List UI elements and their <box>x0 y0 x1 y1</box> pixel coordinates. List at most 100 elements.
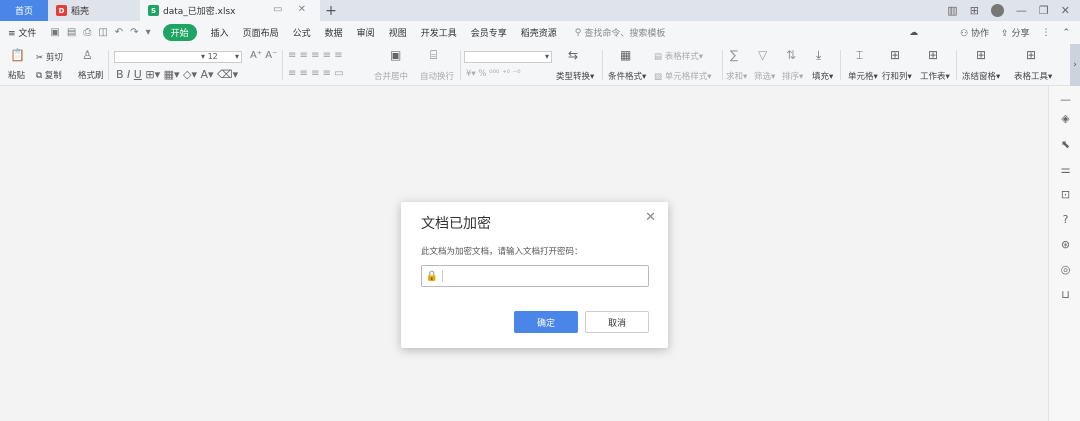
table-tools-button[interactable]: 表格工具▾ <box>1014 70 1052 82</box>
font-format-buttons[interactable]: B I U ⊞▾ ▦▾ ◇▾ A▾ ⌫▾ <box>116 68 238 81</box>
collapse-ribbon-icon[interactable]: ⌃ <box>1062 28 1070 38</box>
tab-member[interactable]: 会员专享 <box>471 26 507 39</box>
layout-icon[interactable]: ▥ <box>947 4 957 17</box>
backup-icon[interactable]: ⊛ <box>1059 238 1072 251</box>
cancel-button[interactable]: 取消 <box>585 311 649 333</box>
dropdown-icon[interactable]: ▾ <box>146 27 151 38</box>
ok-button[interactable]: 确定 <box>514 311 578 333</box>
tab-home[interactable]: 首页 <box>0 0 48 21</box>
password-field[interactable]: 🔒 <box>421 265 649 287</box>
minimize-icon[interactable]: — <box>1016 4 1027 17</box>
file-menu-label: 文件 <box>18 29 37 39</box>
add-tab-label: + <box>325 2 337 19</box>
tab-formulas[interactable]: 公式 <box>293 26 311 39</box>
sum-icon[interactable]: ∑ <box>730 48 738 62</box>
worksheet-icon[interactable]: ⊞ <box>928 48 938 62</box>
book-icon[interactable]: ⊔ <box>1059 288 1072 301</box>
ribbon-scroll-right-icon[interactable]: › <box>1070 44 1080 86</box>
table-style-button[interactable]: ▤ 表格样式▾ <box>654 50 703 62</box>
format-painter-button[interactable]: 格式刷 <box>78 69 104 81</box>
table-tools-icon[interactable]: ⊞ <box>1026 48 1036 62</box>
password-input[interactable] <box>443 267 643 285</box>
panel-collapse-icon[interactable]: — <box>1059 93 1072 106</box>
paste-button[interactable]: 粘贴 <box>8 69 25 81</box>
location-icon[interactable]: ◎ <box>1059 263 1072 276</box>
row-col-button[interactable]: 行和列▾ <box>882 70 912 82</box>
more-icon[interactable]: ⋮ <box>1041 28 1050 38</box>
settings-sliders-icon[interactable]: ⚌ <box>1059 163 1072 176</box>
tab-file[interactable]: S data_已加密.xlsx ▭ ✕ <box>140 0 320 21</box>
align-bottom-icons[interactable]: ≡ ≡ ≡ ≡ ▭ <box>288 68 344 79</box>
close-icon[interactable]: ✕ <box>645 210 656 225</box>
share-button[interactable]: ⇪ 分享 <box>1001 26 1029 39</box>
freeze-icon[interactable]: ⊞ <box>976 48 986 62</box>
undo-icon[interactable]: ↶ <box>115 27 123 38</box>
tab-close-icon[interactable]: ▭ ✕ <box>273 4 312 15</box>
close-window-icon[interactable]: ✕ <box>1061 4 1070 17</box>
filter-label: 筛选 <box>754 72 772 82</box>
cell-button[interactable]: 单元格▾ <box>848 70 878 82</box>
save-icon[interactable]: ▣ <box>50 27 59 38</box>
merge-center-button[interactable]: 合并居中 <box>374 70 408 82</box>
tab-developer[interactable]: 开发工具 <box>421 26 457 39</box>
window-controls: ▥ ⊞ — ❐ ✕ <box>947 0 1080 21</box>
copy-button[interactable]: ⧉ 复制 <box>36 69 62 81</box>
command-search[interactable]: ⚲ 查找命令、搜索模板 <box>575 26 666 40</box>
format-icon[interactable]: ⊡ <box>1059 188 1072 201</box>
tab-page-layout[interactable]: 页面布局 <box>243 26 279 39</box>
file-menu[interactable]: ≡ 文件 <box>8 26 36 39</box>
merge-center-icon[interactable]: ▣ <box>390 48 401 62</box>
tab-home-label: 首页 <box>14 7 33 17</box>
ribbon-divider <box>602 50 603 80</box>
align-top-icons[interactable]: ≡ ≡ ≡ ≡ ≡ <box>288 50 343 61</box>
type-convert-button[interactable]: 类型转换▾ <box>556 70 594 82</box>
export-icon[interactable]: ▤ <box>67 27 76 38</box>
tab-review[interactable]: 审阅 <box>357 26 375 39</box>
cloud-icon[interactable]: ☁ <box>909 28 918 38</box>
freeze-button[interactable]: 冻结窗格▾ <box>962 70 1000 82</box>
avatar[interactable] <box>990 4 1004 17</box>
tab-view[interactable]: 视图 <box>389 26 407 39</box>
type-convert-icon[interactable]: ⇆ <box>568 48 578 62</box>
row-col-icon[interactable]: ⊞ <box>890 48 900 62</box>
cond-format-icon[interactable]: ▦ <box>620 48 631 62</box>
style-icon[interactable]: ◈ <box>1059 112 1072 125</box>
worksheet-button[interactable]: 工作表▾ <box>920 70 950 82</box>
add-tab-button[interactable]: + <box>320 0 342 21</box>
select-icon[interactable]: ⬉ <box>1059 138 1072 151</box>
grid-icon[interactable]: ⊞ <box>970 4 979 17</box>
format-painter-icon[interactable]: ♙ <box>82 48 93 62</box>
sort-button[interactable]: 排序▾ <box>782 70 803 82</box>
tab-data[interactable]: 数据 <box>325 26 343 39</box>
restore-icon[interactable]: ❐ <box>1039 4 1049 17</box>
redo-icon[interactable]: ↷ <box>130 27 138 38</box>
collab-button[interactable]: ⚇ 协作 <box>960 26 989 39</box>
cell-icon[interactable]: ⌶ <box>856 48 863 63</box>
sort-icon[interactable]: ⇅ <box>786 48 796 62</box>
preview-icon[interactable]: ◫ <box>98 27 107 38</box>
number-format-buttons[interactable]: ¥▾ % ⁰⁰⁰ ⁺⁰ ⁻⁰ <box>466 69 521 79</box>
fill-button[interactable]: 填充▾ <box>812 70 833 82</box>
number-format-select[interactable]: ▾ <box>464 51 552 63</box>
cell-style-button[interactable]: ▨ 单元格样式▾ <box>654 70 712 82</box>
sum-button[interactable]: 求和▾ <box>726 70 747 82</box>
auto-wrap-icon[interactable]: ⌸ <box>430 48 437 63</box>
tab-daoke-resources[interactable]: 稻壳资源 <box>521 26 557 39</box>
font-family-select[interactable]: ▾ 12 ▾ <box>114 51 242 63</box>
cut-button[interactable]: ✂ 剪切 <box>36 51 63 63</box>
tab-daoke[interactable]: D 稻壳 <box>48 0 140 21</box>
filter-icon[interactable]: ▽ <box>758 48 767 62</box>
print-icon[interactable]: ⎙ <box>83 27 91 38</box>
filter-button[interactable]: 筛选▾ <box>754 70 775 82</box>
font-size-dropdown-icon[interactable]: ▾ <box>235 52 239 61</box>
font-grow-icon[interactable]: A⁺ A⁻ <box>250 50 277 61</box>
cond-format-button[interactable]: 条件格式▾ <box>608 70 646 82</box>
tab-insert[interactable]: 插入 <box>211 26 229 39</box>
paste-icon[interactable]: 📋 <box>10 48 25 62</box>
auto-wrap-button[interactable]: 自动换行 <box>420 70 454 82</box>
number-format-dropdown-icon: ▾ <box>544 52 549 61</box>
tab-start[interactable]: 开始 <box>162 24 197 41</box>
help-icon[interactable]: ? <box>1059 213 1072 226</box>
sort-label: 排序 <box>782 72 800 82</box>
fill-icon[interactable]: ⤓ <box>816 48 821 63</box>
